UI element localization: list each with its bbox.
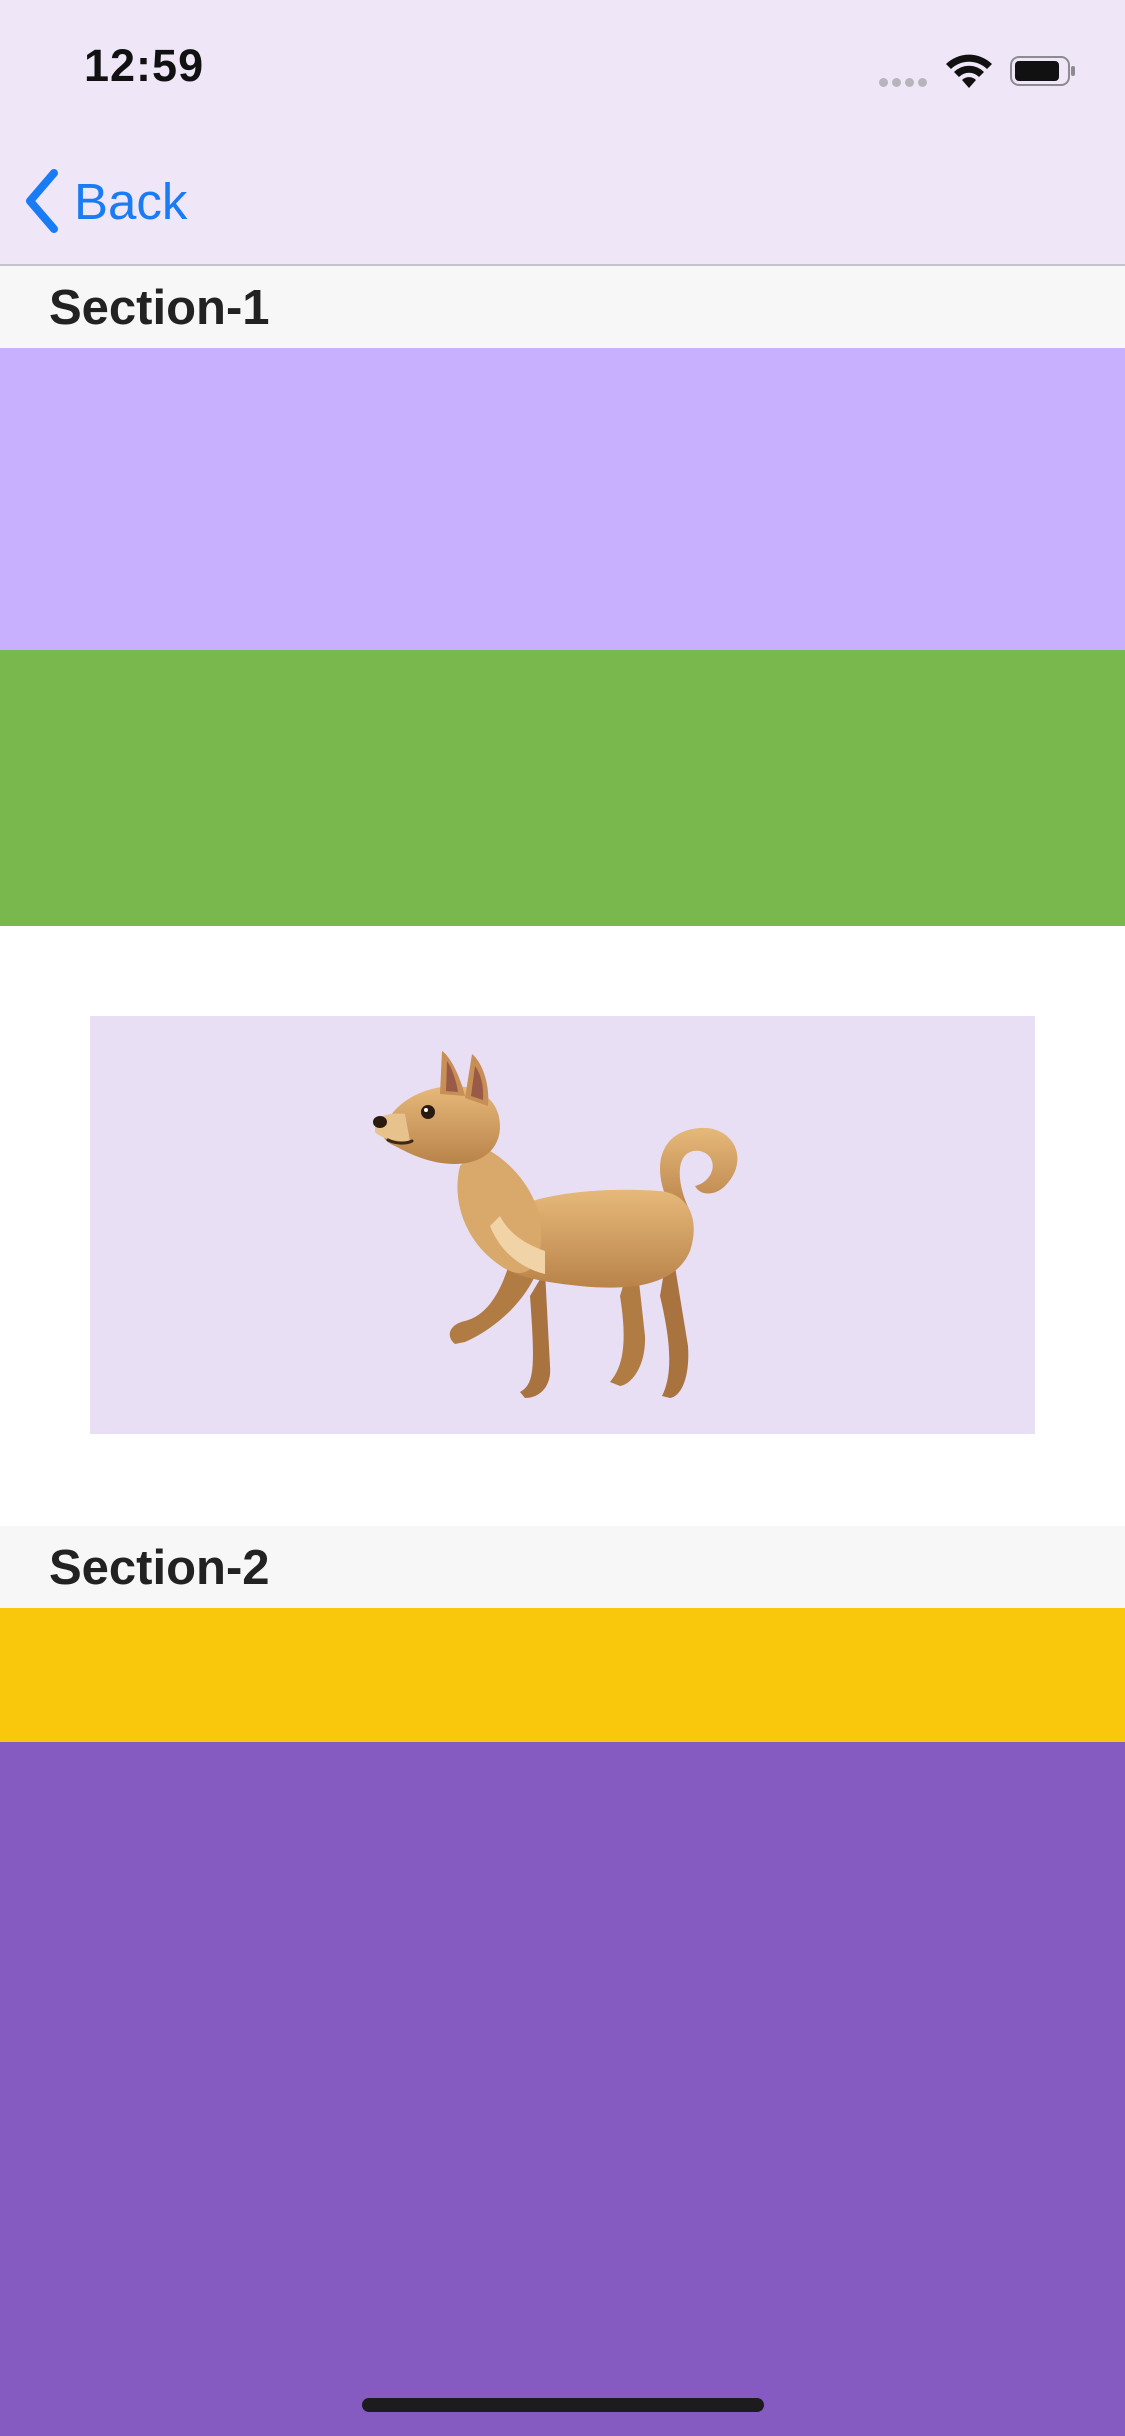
back-label: Back — [74, 172, 188, 230]
section-header-1: Section-1 — [0, 266, 1125, 348]
image-container — [90, 1016, 1035, 1434]
chevron-left-icon — [26, 169, 58, 233]
section-header-2: Section-2 — [0, 1526, 1125, 1608]
section-title: Section-2 — [49, 1541, 270, 1595]
status-time: 12:59 — [84, 40, 205, 91]
list-item[interactable] — [0, 1608, 1125, 1742]
dog-icon — [373, 1051, 738, 1398]
section-title: Section-1 — [49, 281, 270, 335]
battery-icon — [1010, 56, 1075, 86]
home-indicator[interactable] — [362, 2398, 764, 2412]
cellular-signal-icon — [879, 74, 931, 92]
wifi-icon — [946, 54, 992, 88]
back-button[interactable]: Back — [22, 166, 187, 236]
list-item[interactable] — [0, 348, 1125, 650]
list-item[interactable] — [0, 1742, 1125, 2436]
list-item[interactable] — [0, 650, 1125, 926]
